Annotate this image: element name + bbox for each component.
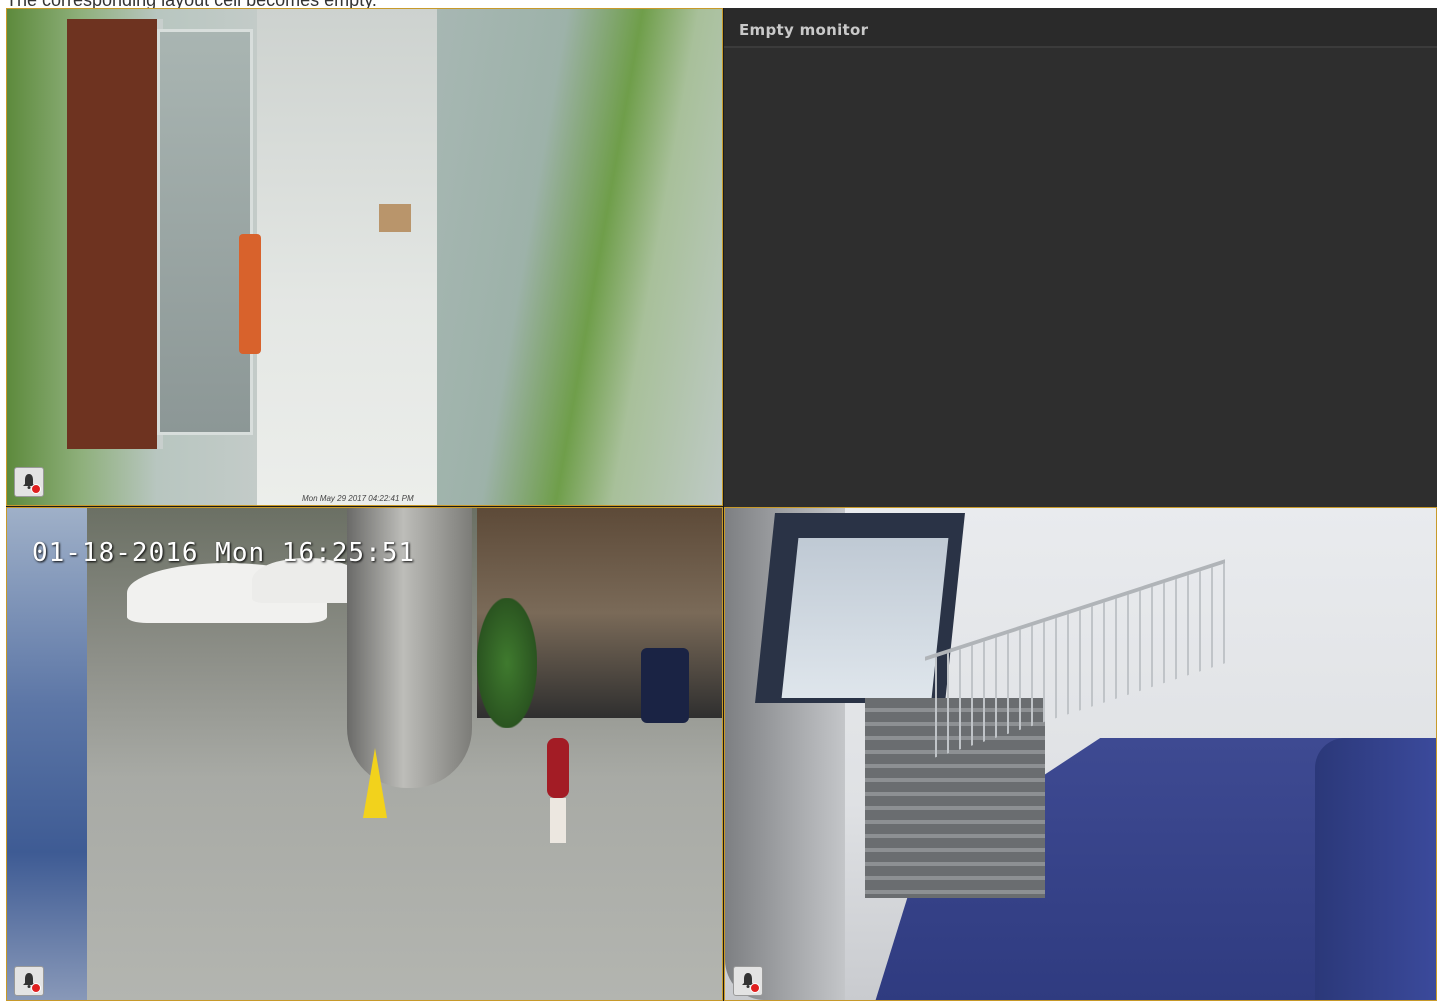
video-box bbox=[379, 204, 411, 232]
video-plant bbox=[477, 598, 537, 728]
video-chair bbox=[239, 234, 261, 354]
video-mosaic-wall bbox=[7, 508, 87, 1000]
empty-monitor-cell[interactable]: Empty monitor bbox=[724, 8, 1437, 508]
empty-monitor-header: Empty monitor bbox=[724, 8, 1437, 48]
empty-monitor-title: Empty monitor bbox=[739, 21, 869, 39]
video-timestamp: Mon May 29 2017 04:22:41 PM bbox=[302, 494, 414, 503]
video-hallway bbox=[257, 9, 437, 505]
video-person-legs bbox=[550, 798, 566, 843]
camera-cell-corridor[interactable]: Mon May 29 2017 04:22:41 PM bbox=[6, 8, 723, 506]
alarm-button[interactable] bbox=[14, 467, 44, 497]
video-timestamp: 01-18-2016 Mon 16:25:51 bbox=[32, 538, 416, 568]
recording-dot-icon bbox=[31, 484, 41, 494]
camera-cell-stairwell[interactable] bbox=[724, 507, 1437, 1001]
recording-dot-icon bbox=[31, 983, 41, 993]
camera-cell-plaza[interactable]: 01-18-2016 Mon 16:25:51 bbox=[6, 507, 723, 1001]
video-person bbox=[547, 738, 569, 798]
video-glass-door bbox=[157, 29, 253, 435]
video-sign bbox=[641, 648, 689, 723]
recording-dot-icon bbox=[750, 983, 760, 993]
video-layout-grid: Mon May 29 2017 04:22:41 PM Empty monito… bbox=[6, 8, 1437, 1001]
video-door-right bbox=[1315, 738, 1436, 1000]
alarm-button[interactable] bbox=[733, 966, 763, 996]
alarm-button[interactable] bbox=[14, 966, 44, 996]
video-wall-right bbox=[437, 9, 722, 505]
video-doors bbox=[781, 538, 949, 698]
video-door bbox=[67, 19, 163, 449]
video-wet-floor-cone bbox=[363, 748, 387, 818]
